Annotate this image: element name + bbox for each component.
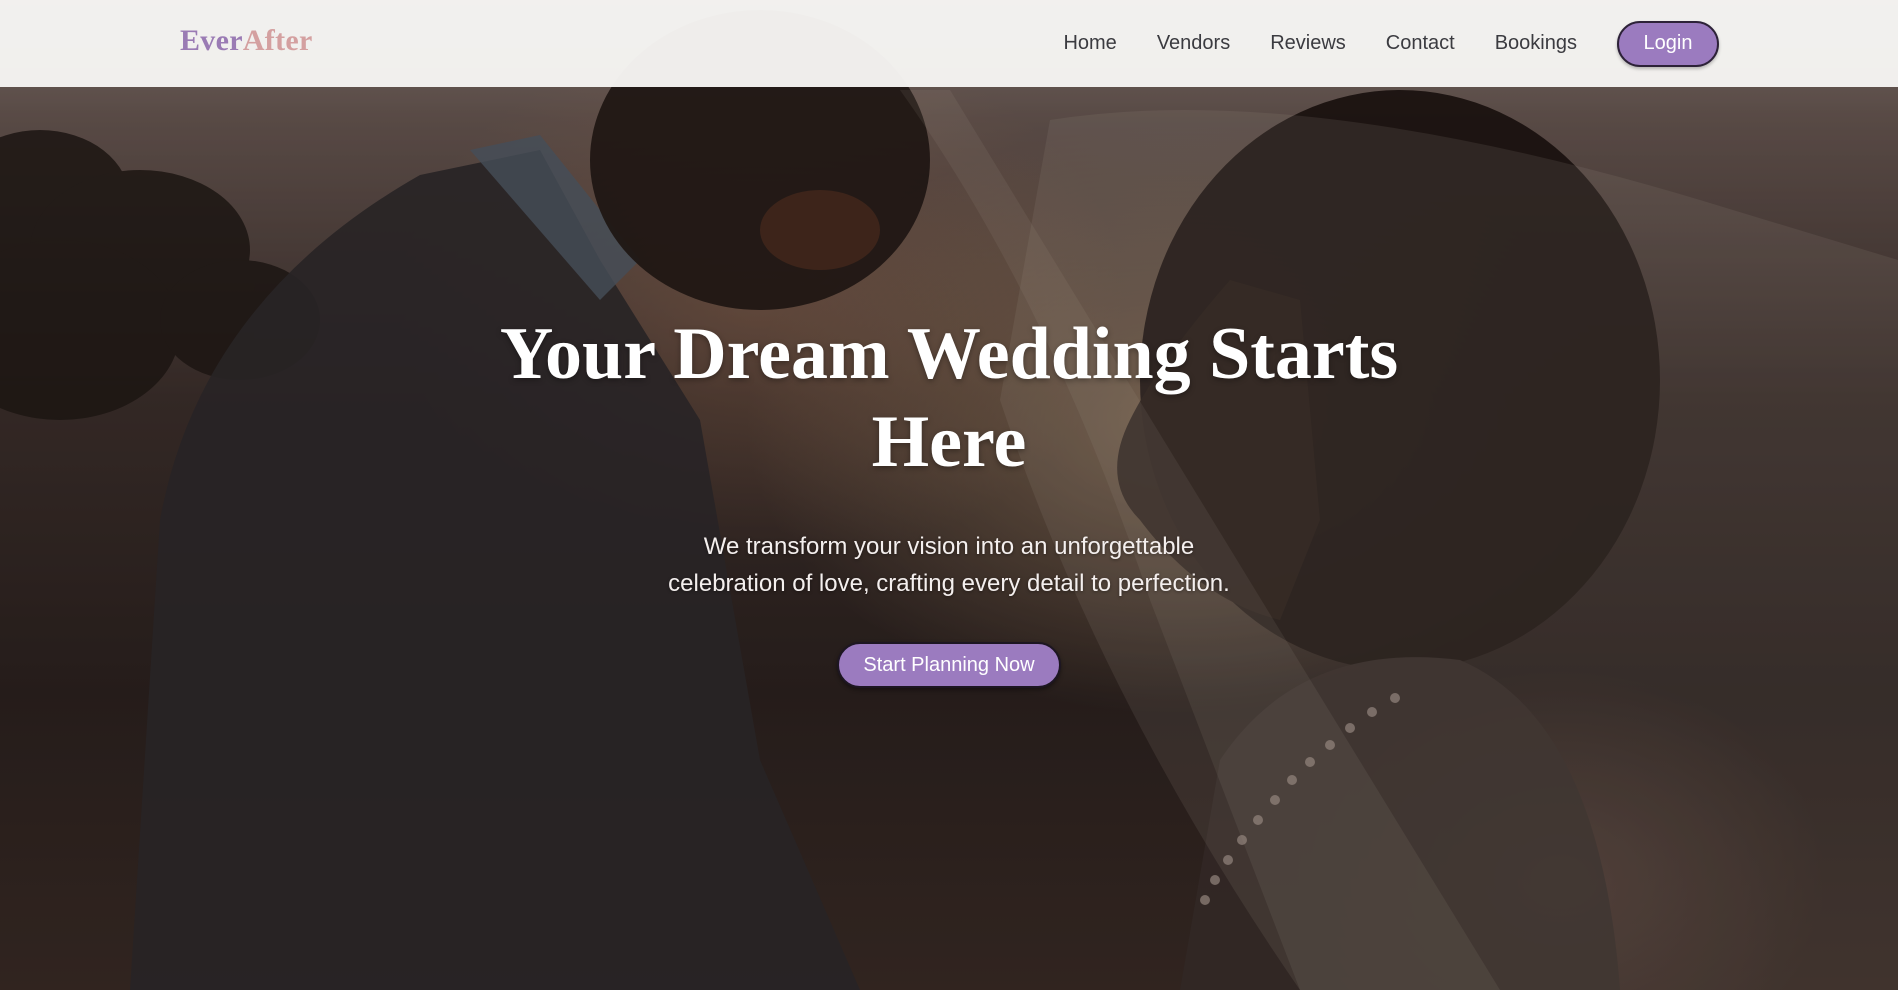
top-navbar: EverAfter Home Vendors Reviews Contact B…: [0, 0, 1898, 87]
nav-links: Home Vendors Reviews Contact Bookings Lo…: [1063, 0, 1898, 87]
start-planning-button[interactable]: Start Planning Now: [837, 642, 1061, 688]
page: EverAfter Home Vendors Reviews Contact B…: [0, 0, 1898, 990]
hero-subtitle: We transform your vision into an unforge…: [668, 533, 1230, 597]
logo-text-ever: Ever: [180, 24, 243, 57]
site-logo[interactable]: EverAfter: [180, 24, 313, 58]
login-button[interactable]: Login: [1617, 20, 1719, 67]
nav-link-vendors[interactable]: Vendors: [1157, 32, 1230, 55]
logo-text-after: After: [242, 24, 313, 57]
nav-link-reviews[interactable]: Reviews: [1270, 32, 1346, 55]
nav-link-home[interactable]: Home: [1063, 32, 1116, 55]
nav-link-bookings[interactable]: Bookings: [1495, 32, 1577, 55]
nav-link-contact[interactable]: Contact: [1386, 32, 1455, 55]
hero-section: Your Dream Wedding Starts Here We transf…: [0, 310, 1898, 688]
hero-title: Your Dream Wedding Starts Here: [499, 313, 1399, 483]
